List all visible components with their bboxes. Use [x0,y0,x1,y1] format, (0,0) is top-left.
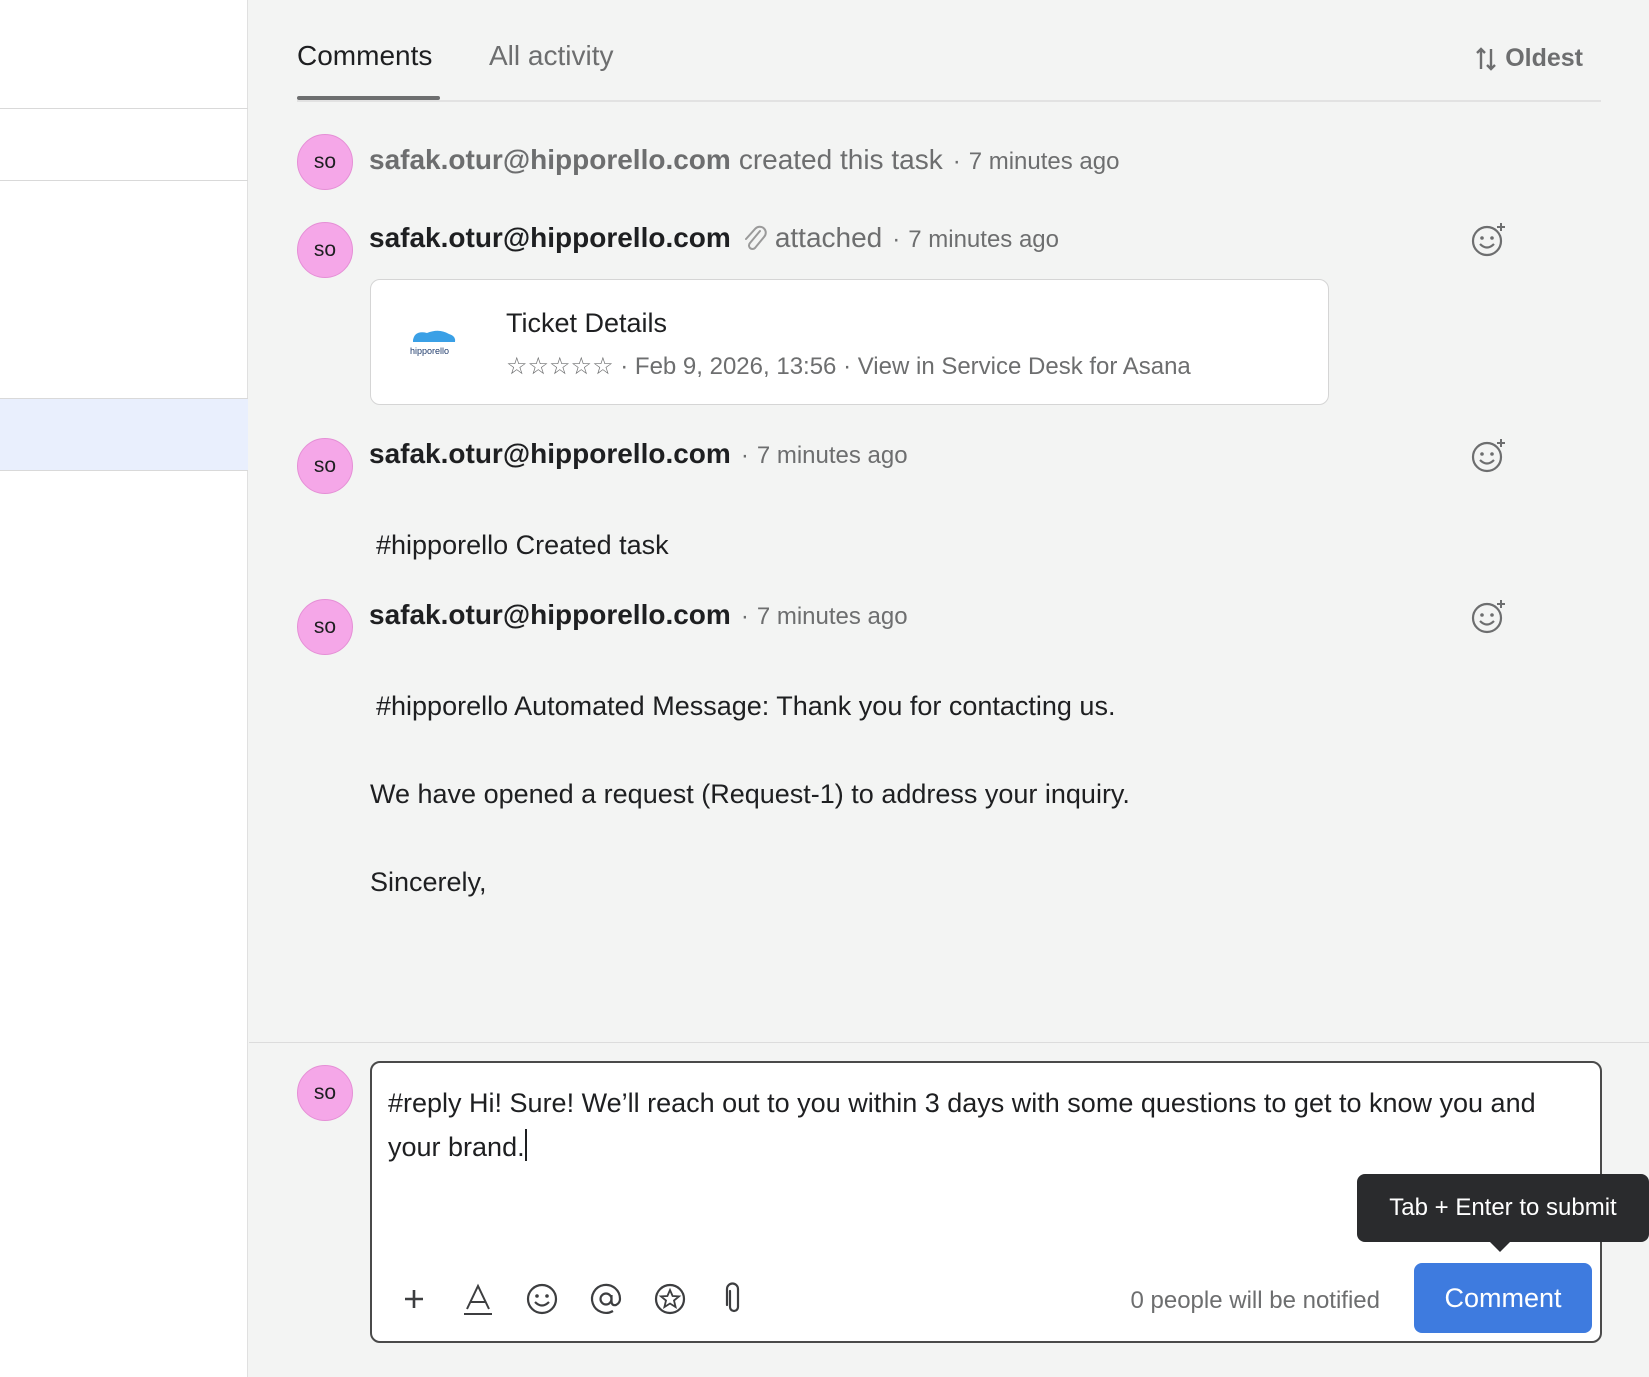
add-reaction-icon[interactable] [1471,222,1507,258]
comment-input-text: #reply Hi! Sure! We’ll reach out to you … [388,1088,1536,1162]
avatar[interactable]: so [297,599,353,655]
paperclip-icon [744,225,767,251]
activity-tabs: Comments All activity Oldest [297,0,1601,102]
tab-comments[interactable]: Comments [297,40,432,72]
svg-text:hipporello: hipporello [410,346,449,356]
avatar[interactable]: so [297,222,353,278]
divider [0,180,248,181]
tab-all-activity[interactable]: All activity [489,40,613,72]
comment-body: #hipporello Created task [376,530,669,560]
action-text: attached [774,222,883,253]
mention-icon[interactable] [588,1281,624,1317]
comment-body-line: We have opened a request (Request-1) to … [370,779,1130,809]
author-name[interactable]: safak.otur@hipporello.com [369,438,731,470]
tooltip-arrow [1488,1240,1512,1252]
feed-item-comment: safak.otur@hipporello.com · 7 minutes ag… [369,599,908,631]
timestamp: 7 minutes ago [756,442,908,469]
author-name[interactable]: safak.otur@hipporello.com [369,144,731,176]
avatar[interactable]: so [297,134,353,190]
timestamp: 7 minutes ago [968,148,1120,175]
separator: · [892,226,901,253]
text-format-icon[interactable] [460,1281,496,1317]
attachment-card[interactable]: hipporello Ticket Details ☆☆☆☆☆ · Feb 9,… [370,279,1329,405]
composer-avatar[interactable]: so [297,1065,353,1121]
comment-body-line: Sincerely, [370,867,487,897]
divider [249,1042,1649,1043]
attachment-icon[interactable] [716,1281,752,1317]
author-name[interactable]: safak.otur@hipporello.com [369,599,731,631]
timestamp: 7 minutes ago [756,603,908,630]
plus-icon[interactable] [396,1281,432,1317]
left-pane [0,0,248,1377]
sort-arrows-icon [1476,46,1497,71]
sort-label: Oldest [1505,44,1583,72]
divider [0,108,248,109]
emoji-icon[interactable] [524,1281,560,1317]
active-tab-indicator [297,96,440,100]
comment-submit-button[interactable]: Comment [1414,1263,1592,1333]
text-caret [524,1129,527,1161]
add-reaction-icon[interactable] [1471,599,1507,635]
add-reaction-icon[interactable] [1471,438,1507,474]
sort-button[interactable]: Oldest [1475,44,1583,73]
separator: · [952,148,961,175]
attachment-meta: ☆☆☆☆☆ · Feb 9, 2026, 13:56 · View in Ser… [506,353,1191,380]
feed-item-created: safak.otur@hipporello.com created this t… [369,144,1119,176]
composer-toolbar [396,1281,752,1317]
avatar[interactable]: so [297,438,353,494]
feed-item-attached: safak.otur@hipporello.com attached · 7 m… [369,222,1059,254]
notify-count: 0 people will be notified [1130,1287,1380,1314]
comment-body-line: #hipporello Automated Message: Thank you… [376,691,1116,721]
comment-input[interactable]: #reply Hi! Sure! We’ll reach out to you … [388,1081,1583,1169]
hipporello-logo: hipporello [410,330,456,356]
attachment-title[interactable]: Ticket Details [506,308,667,339]
separator: · [740,442,749,469]
star-icon[interactable] [652,1281,688,1317]
submit-tooltip: Tab + Enter to submit [1357,1174,1649,1242]
feed-item-comment: safak.otur@hipporello.com · 7 minutes ag… [369,438,908,470]
selected-row[interactable] [0,398,248,471]
action-text: created this task [738,144,943,175]
separator: · [740,603,749,630]
timestamp: 7 minutes ago [908,226,1059,253]
author-name[interactable]: safak.otur@hipporello.com [369,222,731,254]
